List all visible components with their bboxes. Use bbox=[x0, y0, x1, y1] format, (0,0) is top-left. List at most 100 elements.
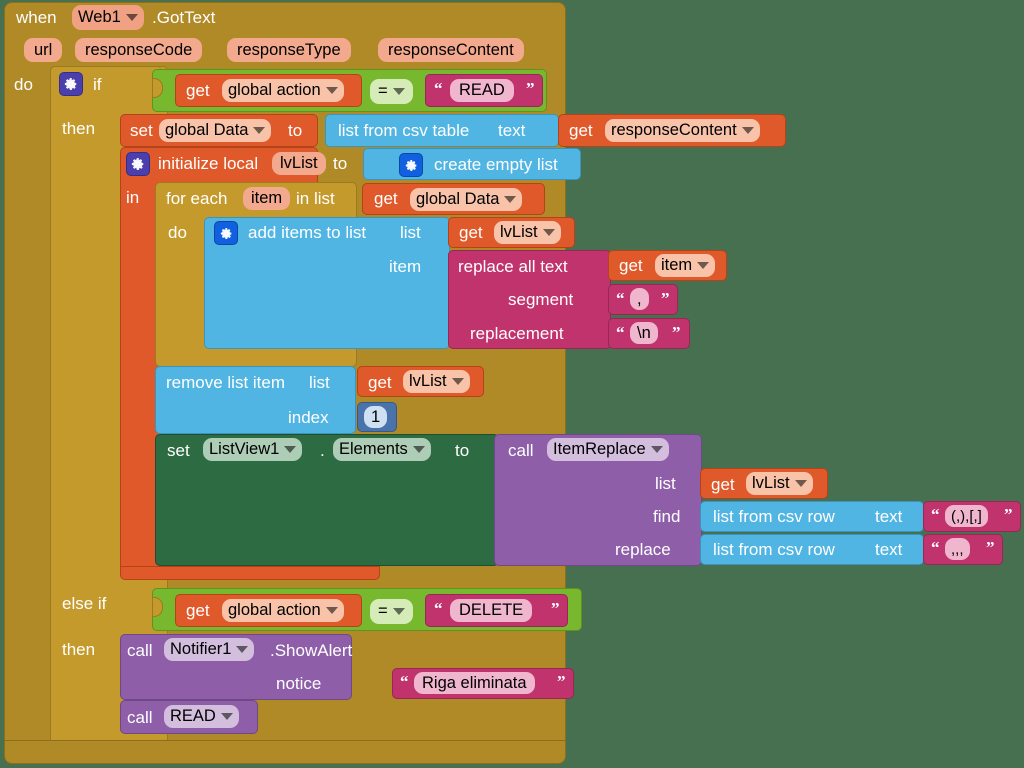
event-param-url: url bbox=[24, 38, 63, 62]
chevron-down-icon bbox=[253, 127, 266, 134]
close-quote: ” bbox=[986, 538, 995, 557]
event-param-label: responseCode bbox=[85, 40, 193, 59]
index-arg-label: index bbox=[288, 408, 329, 427]
variable-name: lvList bbox=[500, 223, 538, 241]
equals-operator-dropdown-2[interactable]: = bbox=[370, 599, 413, 624]
get-variable-dropdown-lvlist-3[interactable]: lvList bbox=[746, 472, 813, 495]
text-value-field-find[interactable]: (,),[,] bbox=[945, 505, 988, 527]
component-dropdown-listview1[interactable]: ListView1 bbox=[203, 438, 303, 461]
item-arg-label: item bbox=[389, 257, 422, 276]
get-label: get bbox=[368, 373, 392, 392]
chevron-down-icon bbox=[650, 446, 663, 453]
get-variable-dropdown-lvlist-1[interactable]: lvList bbox=[494, 221, 561, 244]
list-arg-label: list bbox=[309, 373, 330, 392]
for-each-item-name-field[interactable]: item bbox=[243, 187, 291, 210]
open-quote: “ bbox=[616, 289, 625, 308]
equals-operator-dropdown-1[interactable]: = bbox=[370, 79, 413, 104]
number-value-field[interactable]: 1 bbox=[364, 406, 388, 428]
event-name-label: .GotText bbox=[152, 8, 216, 27]
open-quote: “ bbox=[434, 599, 443, 618]
open-quote: “ bbox=[400, 672, 409, 691]
procedure-dropdown-itemreplace[interactable]: ItemReplace bbox=[547, 438, 669, 461]
property-dropdown-elements[interactable]: Elements bbox=[333, 438, 431, 461]
text-value: DELETE bbox=[459, 601, 524, 619]
chevron-down-icon bbox=[325, 607, 338, 614]
event-component-dropdown[interactable]: Web1 bbox=[72, 5, 144, 30]
add-items-mutator-gear-icon[interactable] bbox=[214, 221, 238, 245]
replace-all-text-label: replace all text bbox=[458, 257, 568, 276]
to-label: to bbox=[333, 154, 348, 173]
initialize-local-label: initialize local bbox=[158, 154, 259, 173]
get-variable-dropdown-globaldata[interactable]: global Data bbox=[410, 188, 523, 211]
chevron-down-icon bbox=[741, 127, 754, 134]
text-value-field-notice[interactable]: Riga eliminata bbox=[414, 672, 535, 694]
event-param-label: responseType bbox=[237, 40, 341, 59]
call-label: call bbox=[508, 441, 534, 460]
text-value-field-delete[interactable]: DELETE bbox=[450, 599, 533, 622]
procedure-name: ItemReplace bbox=[553, 440, 646, 458]
get-variable-dropdown-2[interactable]: global action bbox=[222, 599, 344, 622]
local-name-field[interactable]: lvList bbox=[272, 152, 326, 175]
then2-label: then bbox=[62, 640, 96, 659]
close-quote: ” bbox=[661, 289, 670, 308]
text-value-field-replacement[interactable]: \n bbox=[630, 322, 658, 344]
get-label: get bbox=[569, 121, 593, 140]
set-label: set bbox=[167, 441, 190, 460]
chevron-down-icon bbox=[794, 480, 807, 487]
procedure-dropdown-read[interactable]: READ bbox=[164, 705, 239, 728]
get-variable-dropdown-item[interactable]: item bbox=[655, 254, 716, 277]
get-variable-dropdown-1[interactable]: global action bbox=[222, 79, 344, 102]
create-empty-list-label: create empty list bbox=[434, 155, 558, 174]
property-name: Elements bbox=[339, 440, 408, 458]
text-value: \n bbox=[637, 323, 651, 342]
open-quote: “ bbox=[616, 323, 625, 342]
text-value: (,),[,] bbox=[951, 507, 982, 525]
text-arg-label: text bbox=[498, 121, 526, 140]
blocks-canvas[interactable]: when Web1 .GotText url responseCode resp… bbox=[0, 0, 1024, 768]
open-quote: “ bbox=[931, 505, 940, 524]
text-value-field-read[interactable]: READ bbox=[450, 79, 514, 102]
remove-list-item-label: remove list item bbox=[166, 373, 286, 392]
variable-name: lvList bbox=[752, 474, 790, 492]
find-arg-label: find bbox=[653, 507, 681, 526]
list-from-csv-table-label: list from csv table bbox=[338, 121, 470, 140]
local-variable-name: lvList bbox=[280, 154, 318, 172]
component-dropdown-notifier1[interactable]: Notifier1 bbox=[164, 638, 255, 661]
in-label: in bbox=[126, 188, 140, 207]
chevron-down-icon bbox=[697, 262, 710, 269]
chevron-down-icon bbox=[220, 713, 233, 720]
to-label: to bbox=[455, 441, 470, 460]
text-arg-label: text bbox=[875, 507, 903, 526]
list-mutator-gear-icon[interactable] bbox=[399, 153, 423, 177]
set-variable-dropdown[interactable]: global Data bbox=[159, 119, 272, 142]
if-mutator-gear-icon[interactable] bbox=[59, 72, 83, 96]
call-label: call bbox=[127, 708, 153, 727]
else-if-label: else if bbox=[62, 594, 107, 613]
get-label: get bbox=[374, 189, 398, 208]
get-variable-dropdown-lvlist-2[interactable]: lvList bbox=[403, 370, 470, 393]
text-value-field-replace[interactable]: ,,, bbox=[945, 538, 970, 560]
list-from-csv-row-label: list from csv row bbox=[713, 507, 835, 526]
get-label: get bbox=[186, 601, 210, 620]
event-param-label: responseContent bbox=[388, 40, 514, 59]
initialize-local-bottom-lip bbox=[120, 566, 380, 580]
method-name-label: .ShowAlert bbox=[270, 641, 353, 660]
event-param-responsecontent: responseContent bbox=[378, 38, 524, 62]
local-mutator-gear-icon[interactable] bbox=[126, 152, 150, 176]
text-value: ,,, bbox=[951, 540, 964, 558]
procedure-name: READ bbox=[170, 707, 216, 725]
variable-name: item bbox=[661, 256, 693, 274]
event-param-responsecode: responseCode bbox=[75, 38, 203, 62]
close-quote: ” bbox=[551, 599, 560, 618]
variable-name: responseContent bbox=[611, 121, 737, 139]
text-arg-label: text bbox=[875, 540, 903, 559]
loop-variable-name: item bbox=[251, 189, 283, 207]
get-variable-dropdown-responsecontent[interactable]: responseContent bbox=[605, 119, 760, 142]
text-value: READ bbox=[459, 81, 505, 99]
chevron-down-icon bbox=[125, 14, 138, 21]
operator-symbol: = bbox=[378, 602, 388, 620]
text-value-field-segment[interactable]: , bbox=[630, 288, 649, 310]
get-label: get bbox=[619, 256, 643, 275]
chevron-down-icon bbox=[504, 196, 517, 203]
text-value: Riga eliminata bbox=[422, 673, 527, 692]
